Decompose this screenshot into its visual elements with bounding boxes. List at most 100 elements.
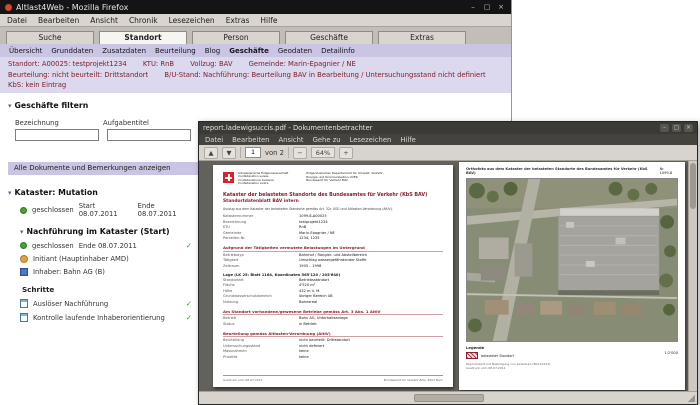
party-row-inhaber[interactable]: Inhaber: Bahn AG (B) <box>20 268 192 276</box>
collapse-icon[interactable]: ▾ <box>8 102 12 110</box>
scrollbar-thumb[interactable] <box>690 163 696 209</box>
menu-hilfe[interactable]: Hilfe <box>400 136 415 144</box>
viewer-window-title: report.ladewigsuccis.pdf - Dokumentenbet… <box>203 124 373 132</box>
menu-chronik[interactable]: Chronik <box>129 16 158 25</box>
pdf-page-1: Schweizerische Eidgenossenschaft Confédé… <box>213 165 453 387</box>
menu-bearbeiten[interactable]: Bearbeiten <box>38 16 79 25</box>
close-button[interactable]: × <box>496 2 506 12</box>
data-row: Status in Betrieb <box>223 321 317 326</box>
footer-date: Ausdruck vom 08.07.2011 <box>223 378 263 382</box>
menu-ansicht[interactable]: Ansicht <box>278 136 303 144</box>
collapse-icon[interactable]: ▾ <box>20 228 24 236</box>
close-button[interactable]: × <box>684 124 693 132</box>
menu-gehe-zu[interactable]: Gehe zu <box>313 136 341 144</box>
page1-footer: Ausdruck vom 08.07.2011 Bundesamt für Ve… <box>223 375 443 382</box>
resize-grip[interactable] <box>687 394 695 402</box>
previous-page-button[interactable]: ▲ <box>204 146 218 159</box>
menu-ansicht[interactable]: Ansicht <box>90 16 118 25</box>
subtab-beurteilung[interactable]: Beurteilung <box>155 47 196 55</box>
viewer-menubar: Datei Bearbeiten Ansicht Gehe zu Lesezei… <box>199 134 697 145</box>
subtab-geodaten[interactable]: Geodaten <box>278 47 312 55</box>
party2-label[interactable]: Inhaber: Bahn AG (B) <box>33 268 105 276</box>
maximize-button[interactable]: ▢ <box>672 124 681 132</box>
orthophoto-number: Nr. 1099.8 <box>659 167 673 175</box>
company-icon <box>20 268 28 276</box>
step-row[interactable]: Auslöser Nachführung ✓ <box>20 299 192 308</box>
tab-geschaefte[interactable]: Geschäfte <box>285 31 373 44</box>
page-total-label: von 2 <box>265 148 284 157</box>
info-ktu: KTU: RnB <box>142 60 175 68</box>
task-icon <box>20 313 28 322</box>
step2-label[interactable]: Kontrolle laufende Inhaberorientierung <box>33 314 165 322</box>
horizontal-scrollbar-thumb[interactable] <box>414 394 484 402</box>
toolbar-separator <box>287 147 289 158</box>
orthophoto-aerial-image <box>466 178 678 342</box>
info-vollzug: Vollzug: BAV <box>190 60 233 68</box>
filter-section-header[interactable]: ▾ Geschäfte filtern <box>8 101 511 110</box>
bezeichnung-input[interactable] <box>15 129 99 141</box>
person-icon <box>20 255 28 263</box>
party1-label[interactable]: Initiant (Hauptinhaber AMD) <box>33 255 129 263</box>
zoom-level[interactable]: 64% <box>310 147 335 158</box>
zoom-in-button[interactable]: + <box>338 146 353 159</box>
menu-hilfe[interactable]: Hilfe <box>260 16 277 25</box>
next-page-button[interactable]: ▼ <box>222 146 236 159</box>
nachfuehrung-status-row[interactable]: geschlossen Ende 08.07.2011 ✓ <box>20 241 192 250</box>
nachfuehrung-status: geschlossen <box>32 241 74 250</box>
tab-person[interactable]: Person <box>192 31 280 44</box>
menu-datei[interactable]: Datei <box>205 136 223 144</box>
minimize-button[interactable]: – <box>468 2 478 12</box>
menu-datei[interactable]: Datei <box>7 16 27 25</box>
kataster-status-row[interactable]: geschlossen Start 08.07.2011 Ende 08.07.… <box>20 202 192 218</box>
kataster-end: Ende 08.07.2011 <box>137 202 177 218</box>
check-icon: ✓ <box>185 313 192 322</box>
legend-item: belasteter Standort <box>466 352 514 359</box>
step1-label[interactable]: Auslöser Nachführung <box>33 300 108 308</box>
viewer-toolbar: ▲ ▼ von 2 − 64% + <box>199 145 697 161</box>
firefox-titlebar[interactable]: Altlast4Web - Mozilla Firefox – ▢ × <box>0 0 511 14</box>
party-row-initiant[interactable]: Initiant (Hauptinhaber AMD) <box>20 255 192 263</box>
page1-header: Schweizerische Eidgenossenschaft Confédé… <box>223 171 443 186</box>
footer-office: Bundesamt für Verkehr BAV, 3003 Bern <box>383 378 443 382</box>
firefox-app-icon <box>5 3 12 11</box>
viewer-titlebar[interactable]: report.ladewigsuccis.pdf - Dokumentenbet… <box>199 122 697 134</box>
zoom-out-button[interactable]: − <box>292 146 307 159</box>
subtab-grunddaten[interactable]: Grunddaten <box>51 47 93 55</box>
kataster-status: geschlossen <box>32 206 74 214</box>
tab-suche[interactable]: Suche <box>6 31 94 44</box>
nachfuehrung-title: Nachführung im Kataster (Start) <box>26 227 170 236</box>
firefox-menubar: Datei Bearbeiten Ansicht Chronik Lesezei… <box>0 14 511 27</box>
lage-line: Lage (LK 25: Blatt 1164, Koordinaten 565… <box>223 272 341 277</box>
page-number-input[interactable] <box>245 147 261 158</box>
tab-standort[interactable]: Standort <box>99 31 187 44</box>
collapse-icon[interactable]: ▾ <box>8 189 12 197</box>
data-row: Nutzung Bahnareal <box>223 299 318 304</box>
menu-lesezeichen[interactable]: Lesezeichen <box>169 16 215 25</box>
subtab-zusatzdaten[interactable]: Zusatzdaten <box>102 47 146 55</box>
data-row: Zeitraum 1905 – 1998 <box>223 263 322 268</box>
subtab-detailinfo[interactable]: Detailinfo <box>321 47 355 55</box>
wordmark-line: Confederaziun svizra <box>238 181 269 186</box>
menu-extras[interactable]: Extras <box>226 16 250 25</box>
aufgabentitel-input[interactable] <box>107 129 191 141</box>
kataster-start: Start 08.07.2011 <box>78 202 118 218</box>
menu-bearbeiten[interactable]: Bearbeiten <box>232 136 269 144</box>
viewer-statusbar <box>199 391 697 404</box>
subtab-uebersicht[interactable]: Übersicht <box>9 47 42 55</box>
subtab-geschaefte[interactable]: Geschäfte <box>229 47 269 55</box>
page2-header: Orthofoto aus dem Kataster der belastete… <box>466 167 678 175</box>
check-icon: ✓ <box>185 299 192 308</box>
minimize-button[interactable]: – <box>660 124 669 132</box>
tab-extras[interactable]: Extras <box>378 31 466 44</box>
map-scale: 1:2'000 <box>664 351 678 355</box>
section-header: Beurteilung gemäss Altlasten-Verordnung … <box>223 331 443 338</box>
info-standort: Standort: A00025: testprojekt1234 <box>8 60 127 68</box>
document-title: Kataster der belasteten Standorte des Bu… <box>223 192 428 198</box>
menu-lesezeichen[interactable]: Lesezeichen <box>350 136 392 144</box>
maximize-button[interactable]: ▢ <box>482 2 492 12</box>
pdf-viewer-window: report.ladewigsuccis.pdf - Dokumentenbet… <box>198 121 698 405</box>
orthophoto-title: Orthofoto aus dem Kataster der belastete… <box>466 167 648 175</box>
subtab-blog[interactable]: Blog <box>205 47 220 55</box>
step-row[interactable]: Kontrolle laufende Inhaberorientierung ✓ <box>20 313 192 322</box>
vertical-scrollbar[interactable] <box>688 161 697 391</box>
